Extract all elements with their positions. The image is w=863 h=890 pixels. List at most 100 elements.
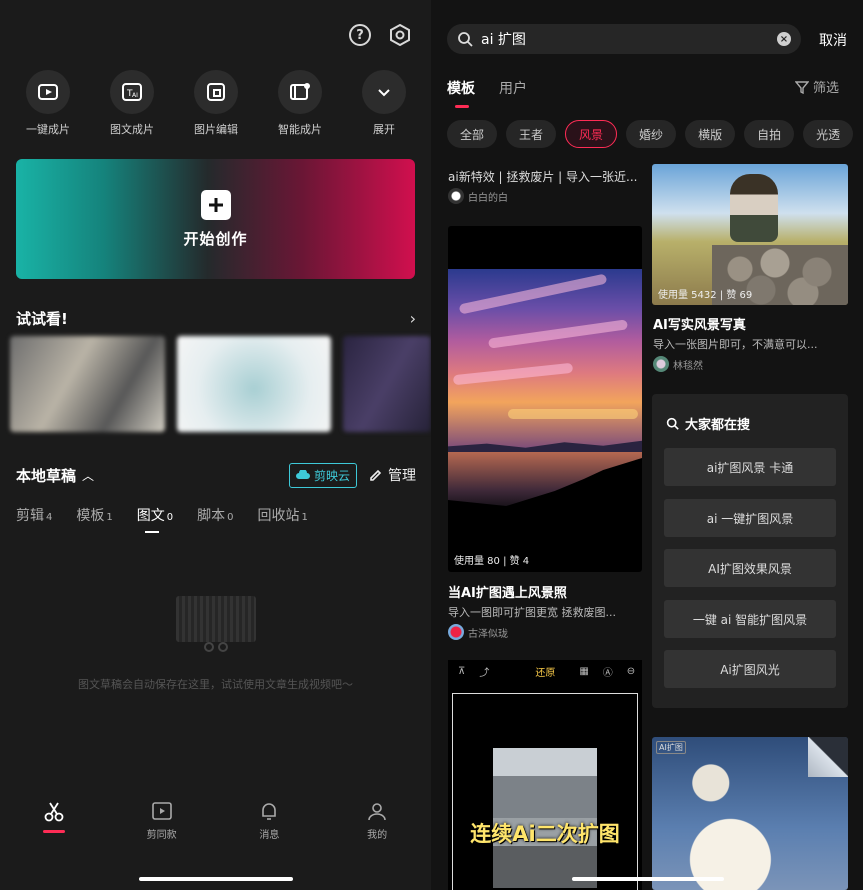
cloud-label: 剪映云 (313, 468, 350, 483)
suggestion-item[interactable]: 一键 ai 智能扩图风景 (664, 600, 836, 638)
try-thumb[interactable] (176, 336, 331, 432)
tab-profile[interactable]: 我的 (347, 790, 407, 850)
create-home-screen: ? 一键成片 T AI 图文成片 图片编辑 智能成片 展开 开始创作 试试看! … (0, 0, 431, 890)
tab-label: 回收站 (257, 508, 300, 524)
editor-toolbar: ⊼ ⤴ 还原 ▦ Ⓐ ⊖ (448, 660, 642, 682)
tab-label: 模板 (76, 508, 105, 524)
tab-image-text[interactable]: 图文 0 (136, 505, 173, 533)
cloud-button[interactable]: 剪映云 (288, 462, 357, 488)
quick-action-smart[interactable]: 智能成片 (268, 70, 332, 137)
chip-all[interactable]: 全部 (447, 120, 498, 148)
chip-wedding[interactable]: 婚纱 (626, 120, 677, 148)
panel-title-text: 大家都在搜 (685, 418, 751, 433)
tab-edit-home[interactable] (24, 790, 84, 850)
tab-recycle-bin[interactable]: 回收站 1 (258, 505, 308, 525)
chip-light[interactable]: 光透 (803, 120, 854, 148)
page-curl (808, 737, 848, 777)
chip-scenery[interactable]: 风景 (565, 120, 618, 148)
usage-stats: 使用量 5432 | 赞 69 (658, 290, 753, 301)
template-card-flowers[interactable]: AI扩图 (652, 737, 848, 890)
try-thumb[interactable] (343, 336, 431, 432)
result-tabs: 模板 用户 (447, 78, 527, 108)
svg-text:AI: AI (132, 92, 138, 99)
avatar (653, 356, 669, 372)
bottom-tab-bar: 剪同款 消息 我的 (0, 790, 431, 850)
cloud-streak (487, 319, 629, 349)
tab-templates[interactable]: 模板 (447, 78, 475, 108)
author-name: 林毯然 (673, 360, 703, 372)
avatar (448, 624, 464, 640)
manage-button[interactable]: 管理 (369, 465, 416, 485)
filter-button[interactable]: 筛选 (795, 77, 839, 96)
scissors-icon (44, 802, 64, 822)
usage-stats: 使用量 80 | 赞 4 (454, 556, 530, 567)
author-name: 白白的白 (468, 192, 508, 204)
template-card-sunset[interactable]: 使用量 80 | 赞 4 (448, 226, 642, 572)
quick-action-label: 图文成片 (110, 123, 154, 136)
caption-text: 连续Ai二次扩图 (470, 822, 620, 846)
top-icons: ? (349, 24, 411, 46)
suggestion-item[interactable]: Ai扩图风光 (664, 650, 836, 688)
cloud-streak (458, 273, 608, 315)
start-create-button[interactable]: 开始创作 (16, 159, 415, 279)
quick-action-image-edit[interactable]: 图片编辑 (184, 70, 248, 137)
crop-icon: ⊼ (458, 665, 466, 677)
card-title[interactable]: AI写实风景写真 (653, 314, 849, 333)
clear-icon[interactable]: × (777, 32, 791, 46)
tab-messages[interactable]: 消息 (239, 790, 299, 850)
tab-users[interactable]: 用户 (499, 78, 527, 98)
search-results-screen: ai 扩图 × 取消 模板 用户 筛选 全部 王者 风景 婚纱 横版 自拍 光透… (431, 0, 863, 890)
gear-icon[interactable] (389, 24, 411, 46)
drafts-title-toggle[interactable]: 本地草稿 ︿ (16, 465, 94, 486)
card-author[interactable]: 古泽似珑 (448, 624, 508, 640)
quick-action-expand[interactable]: 展开 (352, 70, 416, 137)
card-title[interactable]: ai新特效 | 拯救废片 | 导入一张近... (448, 168, 642, 185)
empty-state-illustration (176, 596, 256, 652)
tab-count: 0 (227, 512, 234, 523)
try-thumbnails (10, 336, 431, 436)
profile-icon (368, 803, 386, 821)
search-input[interactable]: ai 扩图 × (447, 24, 801, 54)
tab-template[interactable]: 模板 1 (76, 505, 112, 525)
cancel-button[interactable]: 取消 (819, 30, 847, 50)
chip-king[interactable]: 王者 (506, 120, 557, 148)
template-card-portrait[interactable]: 使用量 5432 | 赞 69 (652, 164, 848, 305)
card-author[interactable]: 白白的白 (448, 188, 508, 204)
tab-script[interactable]: 脚本 0 (197, 505, 233, 525)
popular-searches-panel: 大家都在搜 ai扩图风景 卡通 ai 一键扩图风景 AI扩图效果风景 一键 ai… (652, 394, 848, 708)
suggestion-item[interactable]: ai 一键扩图风景 (664, 499, 836, 537)
suggestion-item[interactable]: ai扩图风景 卡通 (664, 448, 836, 486)
tab-template-market[interactable]: 剪同款 (132, 790, 192, 850)
tab-count: 1 (106, 512, 113, 523)
tab-label: 剪同款 (146, 830, 177, 841)
chip-selfie[interactable]: 自拍 (744, 120, 795, 148)
suggestion-item[interactable]: AI扩图效果风景 (664, 549, 836, 587)
tab-label: 图文 (136, 508, 165, 524)
quick-action-text-video[interactable]: T AI 图文成片 (100, 70, 164, 137)
rotate-icon: ⤴ (479, 667, 490, 679)
try-thumb[interactable] (10, 336, 165, 432)
smart-video-icon (278, 70, 322, 114)
search-value: ai 扩图 (481, 32, 526, 48)
chevron-right-icon[interactable]: › (410, 309, 416, 328)
tab-count: 1 (301, 512, 308, 523)
tab-label: 我的 (367, 830, 388, 841)
help-icon[interactable]: ? (349, 24, 371, 46)
card-author[interactable]: 林毯然 (653, 356, 703, 372)
drafts-title: 本地草稿 (16, 466, 77, 485)
search-icon (666, 417, 679, 430)
card-title[interactable]: 当AI扩图遇上风景照 (448, 582, 642, 601)
chip-landscape[interactable]: 横版 (685, 120, 736, 148)
filter-label: 筛选 (813, 81, 840, 96)
home-indicator (572, 877, 724, 881)
tab-label: 消息 (259, 830, 280, 841)
sunset-sky (448, 269, 642, 449)
cloud-streak (452, 362, 574, 386)
restore-tag: 还原 (535, 667, 556, 679)
person-figure (730, 174, 778, 242)
quick-action-one-click[interactable]: 一键成片 (16, 70, 80, 137)
tab-edit[interactable]: 剪辑 4 (16, 505, 52, 525)
template-card-editor[interactable]: ⊼ ⤴ 还原 ▦ Ⓐ ⊖ 连续Ai二次扩图 (448, 660, 642, 890)
scissors-icon (204, 642, 228, 652)
try-section-header[interactable]: 试试看! › (16, 308, 416, 329)
